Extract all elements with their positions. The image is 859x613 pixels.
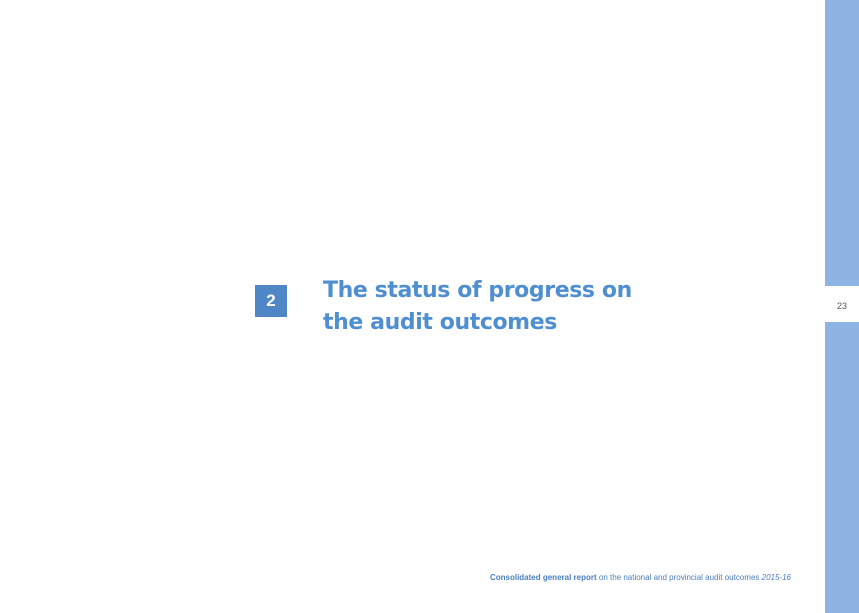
footer-report-description: on the national and provincial audit out… bbox=[596, 573, 762, 582]
page-number: 23 bbox=[836, 301, 847, 311]
report-footer: Consolidated general report on the natio… bbox=[490, 573, 791, 583]
footer-report-title: Consolidated general report bbox=[489, 573, 597, 582]
footer-report-year: 2015-16 bbox=[761, 573, 791, 582]
chapter-title: The status of progress on the audit outc… bbox=[323, 275, 703, 339]
chapter-title-line-1: The status of progress on bbox=[323, 278, 632, 303]
chapter-number-badge: 2 bbox=[255, 285, 287, 317]
chapter-title-line-2: the audit outcomes bbox=[323, 310, 557, 335]
